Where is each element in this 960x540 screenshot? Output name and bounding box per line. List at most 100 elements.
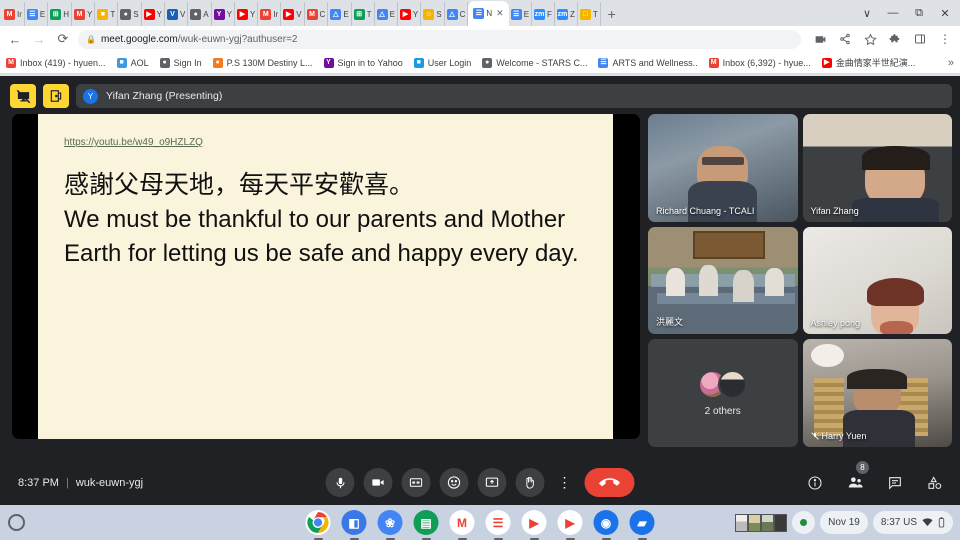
shelf-app-files-icon[interactable]: ◧ bbox=[341, 510, 367, 535]
system-tray[interactable]: Nov 19 8:37 US bbox=[735, 511, 953, 534]
browser-tab[interactable]: YY bbox=[212, 2, 235, 26]
bookmark-label: Welcome - STARS C... bbox=[496, 57, 588, 68]
exit-presentation-icon[interactable] bbox=[43, 84, 69, 108]
browser-tab[interactable]: VV bbox=[165, 2, 189, 26]
other-participants-tile[interactable]: 2 others bbox=[648, 339, 798, 447]
shelf-app-play-store-icon[interactable]: ▶ bbox=[557, 510, 583, 535]
show-everyone-button[interactable]: 8 bbox=[844, 460, 869, 494]
bookmark-item[interactable]: M Inbox (419) - hyuen... bbox=[6, 57, 106, 68]
browser-tab[interactable]: ▶ V bbox=[281, 2, 305, 26]
browser-tab[interactable]: ☺ S bbox=[421, 2, 445, 26]
meeting-details-button[interactable] bbox=[804, 472, 826, 494]
browser-tab[interactable]: MC bbox=[305, 2, 329, 26]
tab-search-icon[interactable]: ∨ bbox=[854, 0, 880, 26]
bookmark-item[interactable]: ● Welcome - STARS C... bbox=[482, 57, 588, 68]
participant-name: Harry Yuen bbox=[810, 430, 867, 441]
browser-tab[interactable]: ⊞ T bbox=[352, 2, 375, 26]
browser-tab[interactable]: ▶ Y bbox=[398, 2, 422, 26]
bookmark-item[interactable]: ● Sign In bbox=[159, 57, 202, 68]
shelf-app-gallery-icon[interactable]: ❀ bbox=[377, 510, 403, 535]
camera-button[interactable] bbox=[363, 468, 393, 497]
presenter-chip[interactable]: Y Yifan Zhang (Presenting) bbox=[76, 84, 952, 108]
back-button[interactable]: ← bbox=[6, 30, 24, 48]
cast-icon[interactable] bbox=[811, 30, 829, 48]
status-dot-pill[interactable] bbox=[792, 511, 816, 534]
shelf-app-google-docs-icon[interactable]: ☰ bbox=[485, 510, 511, 535]
microphone-button[interactable] bbox=[325, 468, 355, 497]
minimize-button[interactable]: — bbox=[880, 0, 906, 26]
star-icon[interactable] bbox=[861, 30, 879, 48]
address-bar[interactable]: 🔒 meet.google.com/wuk-euwn-ygj?authuser=… bbox=[78, 29, 801, 49]
active-browser-tab[interactable]: ☰ N ✕ bbox=[468, 1, 509, 26]
side-panel-icon[interactable] bbox=[911, 30, 929, 48]
present-now-button[interactable] bbox=[477, 468, 507, 497]
url-path: /wuk-euwn-ygj?authuser=2 bbox=[177, 33, 298, 45]
browser-tab[interactable]: zm F bbox=[532, 2, 555, 26]
browser-tab[interactable]: □ T bbox=[578, 2, 601, 26]
browser-tab[interactable]: M Ir bbox=[258, 2, 282, 26]
slide-video-link[interactable]: https://youtu.be/w49_o9HZLZQ bbox=[64, 137, 203, 148]
participant-tile[interactable]: Harry Yuen bbox=[802, 339, 952, 447]
browser-tab[interactable]: ● S bbox=[118, 2, 142, 26]
bookmark-item[interactable]: ■ AOL bbox=[116, 57, 149, 68]
date-pill[interactable]: Nov 19 bbox=[820, 511, 868, 534]
participant-tile[interactable]: 洪麗文 bbox=[648, 226, 798, 335]
bookmark-item[interactable]: ● P.S 130M Destiny L... bbox=[212, 57, 313, 68]
forward-button[interactable]: → bbox=[30, 30, 48, 48]
reload-button[interactable]: ⟳ bbox=[54, 30, 72, 48]
browser-tab[interactable]: zm Z bbox=[555, 2, 578, 26]
activities-button[interactable] bbox=[924, 472, 946, 494]
browser-tab[interactable]: ▶ Y bbox=[235, 2, 259, 26]
stop-presenting-icon[interactable] bbox=[10, 84, 36, 108]
raise-hand-button[interactable] bbox=[515, 468, 545, 497]
name-text: Harry Yuen bbox=[821, 430, 867, 441]
tab-label: T bbox=[110, 9, 116, 19]
bookmark-item[interactable]: ▶ 金曲情家半世紀演... bbox=[821, 56, 915, 69]
browser-tab[interactable]: △ E bbox=[328, 2, 352, 26]
bookmark-item[interactable]: ☰ ARTS and Wellness.. bbox=[598, 57, 698, 68]
shelf-app-files-blue-icon[interactable]: ▰ bbox=[629, 510, 655, 535]
browser-tab[interactable]: △ C bbox=[445, 2, 469, 26]
shelf-app-classroom-icon[interactable]: ▤ bbox=[413, 510, 439, 535]
participant-tile[interactable]: Yifan Zhang bbox=[802, 114, 952, 222]
emoji-button[interactable] bbox=[439, 468, 469, 497]
shared-screen[interactable]: https://youtu.be/w49_o9HZLZQ 感謝父母天地，每天平安… bbox=[12, 114, 640, 439]
browser-tab[interactable]: M Ir bbox=[2, 2, 25, 26]
shelf-app-chrome-icon[interactable] bbox=[305, 510, 331, 535]
bookmarks-overflow-button[interactable]: » bbox=[948, 57, 954, 69]
browser-tab[interactable]: ▶ Y bbox=[142, 2, 165, 26]
shelf-app-gmail-icon[interactable]: M bbox=[449, 510, 475, 535]
browser-tab[interactable]: ● A bbox=[188, 2, 212, 26]
new-tab-button[interactable]: + bbox=[601, 2, 623, 26]
launcher-circle-icon[interactable] bbox=[8, 514, 25, 531]
presenter-name: Yifan Zhang (Presenting) bbox=[106, 90, 223, 102]
meet-icon: ☰ bbox=[473, 8, 485, 19]
browser-tab[interactable]: ☰ E bbox=[25, 2, 49, 26]
close-tab-icon[interactable]: ✕ bbox=[496, 8, 504, 19]
participant-tile[interactable]: Ashley pong bbox=[802, 226, 952, 335]
bookmark-item[interactable]: Y Sign in to Yahoo bbox=[323, 57, 403, 68]
browser-tab[interactable]: MY bbox=[72, 2, 96, 26]
three-dot-menu-icon[interactable]: ⋮ bbox=[936, 30, 954, 48]
shelf-app-youtube-icon[interactable]: ▶ bbox=[521, 510, 547, 535]
shelf-app-camera-icon[interactable]: ◉ bbox=[593, 510, 619, 535]
share-icon[interactable] bbox=[836, 30, 854, 48]
bookmark-item[interactable]: ■ User Login bbox=[413, 57, 471, 68]
browser-tab[interactable]: ⊞ H bbox=[48, 2, 73, 26]
clock-status-pill[interactable]: 8:37 US bbox=[872, 511, 953, 534]
browser-tab[interactable]: ☰ E bbox=[509, 2, 533, 26]
screen-capture-thumbnails[interactable] bbox=[735, 512, 788, 534]
puzzle-icon[interactable] bbox=[886, 30, 904, 48]
browser-tab[interactable]: ■ T bbox=[95, 2, 119, 26]
chat-button[interactable] bbox=[884, 472, 906, 494]
browser-tab[interactable]: △ E bbox=[375, 2, 398, 26]
leave-call-button[interactable] bbox=[584, 468, 635, 497]
more-options-button[interactable]: ⋮ bbox=[554, 468, 576, 497]
maximize-button[interactable]: ⧉ bbox=[906, 0, 932, 26]
avatar bbox=[718, 369, 748, 399]
close-window-button[interactable]: ✕ bbox=[932, 0, 958, 26]
gmail-icon: M bbox=[74, 8, 86, 20]
captions-button[interactable] bbox=[401, 468, 431, 497]
participant-tile[interactable]: Richard Chuang - TCALI bbox=[648, 114, 798, 222]
bookmark-item[interactable]: M Inbox (6,392) - hyue... bbox=[708, 57, 811, 68]
